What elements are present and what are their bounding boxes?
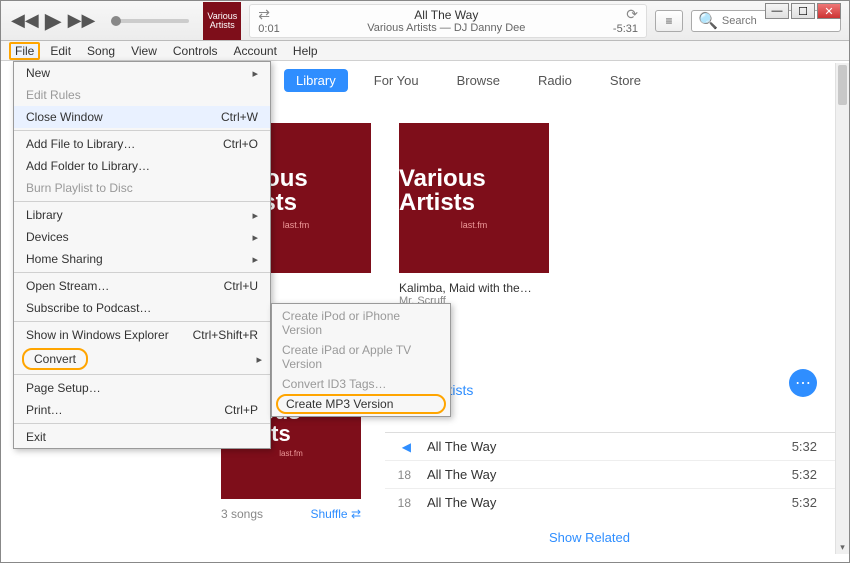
file-menu-dropdown: New Edit Rules Close WindowCtrl+W Add Fi… <box>13 61 271 449</box>
elapsed-time: 0:01 <box>258 23 279 35</box>
search-icon: 🔍 <box>698 11 718 31</box>
track-name: All The Way <box>411 467 789 482</box>
close-button[interactable]: ✕ <box>817 3 841 19</box>
menu-subscribe-podcast[interactable]: Subscribe to Podcast… <box>14 297 270 319</box>
maximize-button[interactable]: ☐ <box>791 3 815 19</box>
menu-edit[interactable]: Edit <box>44 42 77 60</box>
detail-artist-link[interactable]: Various Artists <box>385 382 837 398</box>
menu-add-folder[interactable]: Add Folder to Library… <box>14 155 270 177</box>
track-row[interactable]: 18 All The Way 5:32 <box>385 460 837 488</box>
now-playing-title: All The Way <box>280 8 613 22</box>
tab-radio[interactable]: Radio <box>526 69 584 92</box>
album-title: Kalimba, Maid with the… <box>399 281 549 295</box>
menu-close-window[interactable]: Close WindowCtrl+W <box>14 106 270 128</box>
menubar: File Edit Song View Controls Account Hel… <box>1 41 849 61</box>
list-view-button[interactable]: ≡ <box>655 10 683 32</box>
menu-edit-rules: Edit Rules <box>14 84 270 106</box>
separator <box>14 130 270 131</box>
menu-devices[interactable]: Devices <box>14 226 270 248</box>
songs-count: 3 songs <box>221 507 263 521</box>
submenu-create-ipad: Create iPad or Apple TV Version <box>272 340 450 374</box>
menu-controls[interactable]: Controls <box>167 42 224 60</box>
shuffle-button[interactable]: Shuffle ⇄ <box>310 507 361 521</box>
menu-burn: Burn Playlist to Disc <box>14 177 270 199</box>
album-card[interactable]: Various Artistslast.fm Kalimba, Maid wit… <box>399 123 549 307</box>
album-artwork: Various Artistslast.fm <box>399 123 549 273</box>
track-duration: 5:32 <box>789 495 837 510</box>
next-icon[interactable]: ▶▶ <box>66 10 98 31</box>
more-button[interactable]: ⋯ <box>789 369 817 397</box>
mini-artwork[interactable]: Various Artists <box>203 2 241 40</box>
play-icon[interactable]: ▶ <box>43 8 64 34</box>
menu-help[interactable]: Help <box>287 42 324 60</box>
menu-library[interactable]: Library <box>14 204 270 226</box>
player-toolbar: ◀◀ ▶ ▶▶ Various Artists ⇄ 0:01 All The W… <box>1 1 849 41</box>
menu-add-file[interactable]: Add File to Library…Ctrl+O <box>14 133 270 155</box>
detail-album-title: …Dee <box>385 359 837 382</box>
submenu-create-mp3[interactable]: Create MP3 Version <box>276 394 446 414</box>
menu-home-sharing[interactable]: Home Sharing <box>14 248 270 270</box>
minimize-button[interactable]: — <box>765 3 789 19</box>
shuffle-icon[interactable]: ⇄ <box>258 6 270 23</box>
nav-tabs: Library For You Browse Radio Store <box>284 69 653 92</box>
track-row[interactable]: ◀︎ All The Way 5:32 <box>385 432 837 460</box>
playback-controls: ◀◀ ▶ ▶▶ <box>9 8 97 34</box>
separator <box>14 201 270 202</box>
tab-for-you[interactable]: For You <box>362 69 431 92</box>
show-related-link[interactable]: Show Related <box>549 530 837 545</box>
repeat-icon[interactable]: ⟳ <box>626 6 638 23</box>
separator <box>14 272 270 273</box>
menu-exit[interactable]: Exit <box>14 426 270 448</box>
now-playing-subtitle: Various Artists — DJ Danny Dee <box>280 22 613 34</box>
menu-view[interactable]: View <box>125 42 163 60</box>
tab-browse[interactable]: Browse <box>445 69 512 92</box>
menu-account[interactable]: Account <box>228 42 283 60</box>
menu-file[interactable]: File <box>9 42 40 60</box>
track-duration: 5:32 <box>789 467 837 482</box>
separator <box>14 423 270 424</box>
track-name: All The Way <box>411 495 789 510</box>
tab-library[interactable]: Library <box>284 69 348 92</box>
tab-store[interactable]: Store <box>598 69 653 92</box>
menu-convert[interactable]: Convert <box>14 346 270 372</box>
separator <box>14 321 270 322</box>
menu-page-setup[interactable]: Page Setup… <box>14 377 270 399</box>
submenu-convert-id3: Convert ID3 Tags… <box>272 374 450 394</box>
convert-submenu: Create iPod or iPhone Version Create iPa… <box>271 303 451 417</box>
track-number: 18 <box>385 468 411 482</box>
track-list: ◀︎ All The Way 5:32 18 All The Way 5:32 … <box>385 432 837 516</box>
separator <box>14 374 270 375</box>
track-name: All The Way <box>411 439 789 454</box>
now-playing-indicator-icon: ◀︎ <box>385 440 411 454</box>
menu-song[interactable]: Song <box>81 42 121 60</box>
window-controls: — ☐ ✕ <box>765 3 841 19</box>
detail-genre-year: R&B · 2005 <box>385 400 837 414</box>
remaining-time: -5:31 <box>613 23 638 35</box>
volume-slider[interactable] <box>111 19 189 23</box>
menu-new[interactable]: New <box>14 62 270 84</box>
track-row[interactable]: 18 All The Way 5:32 <box>385 488 837 516</box>
menu-show-explorer[interactable]: Show in Windows ExplorerCtrl+Shift+R <box>14 324 270 346</box>
vertical-scrollbar[interactable]: ▴ ▾ <box>835 63 849 554</box>
menu-open-stream[interactable]: Open Stream…Ctrl+U <box>14 275 270 297</box>
menu-print[interactable]: Print…Ctrl+P <box>14 399 270 421</box>
scrollbar-thumb[interactable] <box>838 65 847 105</box>
submenu-create-ipod: Create iPod or iPhone Version <box>272 306 450 340</box>
prev-icon[interactable]: ◀◀ <box>9 10 41 31</box>
now-playing-lcd: ⇄ 0:01 All The Way Various Artists — DJ … <box>249 4 647 38</box>
track-duration: 5:32 <box>789 439 837 454</box>
scroll-down-icon[interactable]: ▾ <box>836 540 849 554</box>
track-number: 18 <box>385 496 411 510</box>
